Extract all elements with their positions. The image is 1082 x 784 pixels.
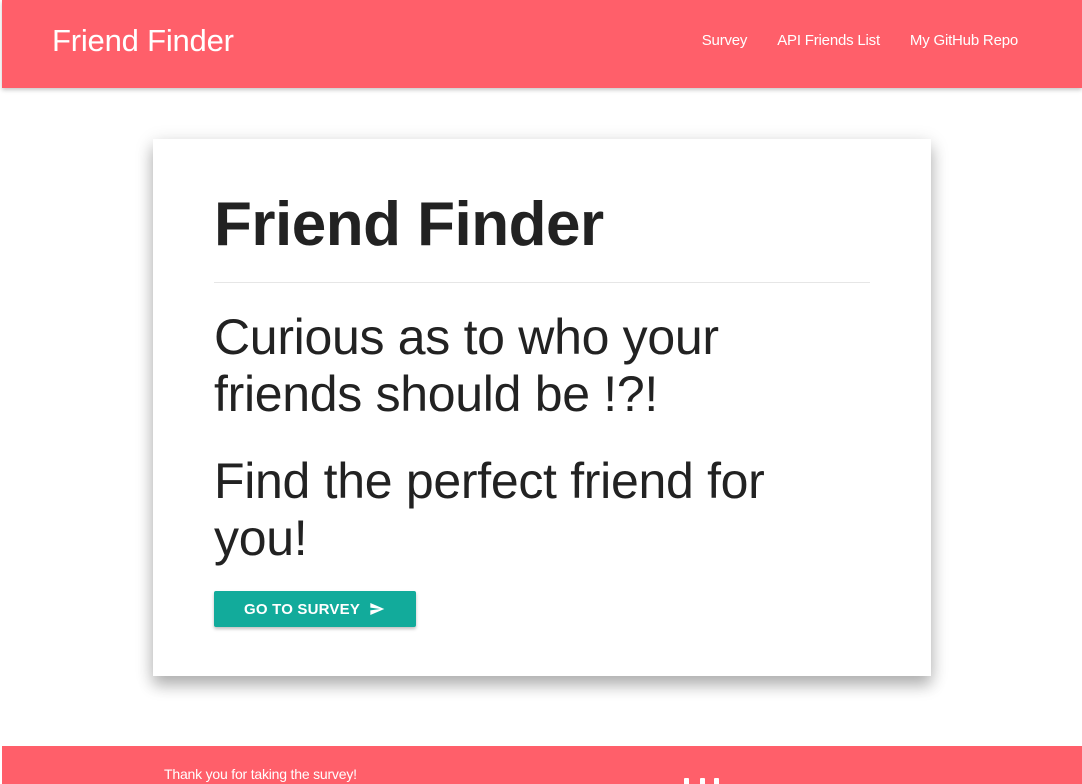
go-to-survey-button[interactable]: GO TO SURVEY	[214, 591, 416, 627]
footer: Thank you for taking the survey!	[2, 746, 1082, 784]
navbar: Friend Finder Survey API Friends List My…	[2, 0, 1082, 88]
send-icon	[370, 603, 385, 615]
nav-link-survey[interactable]: Survey	[702, 30, 748, 52]
footer-thanks-text: Thank you for taking the survey!	[164, 766, 357, 782]
go-to-survey-label: GO TO SURVEY	[244, 600, 361, 618]
footer-cut-off-heading	[684, 776, 724, 784]
brand-logo[interactable]: Friend Finder	[52, 21, 234, 61]
nav-links: Survey API Friends List My GitHub Repo	[702, 30, 1018, 52]
page-title: Friend Finder	[214, 190, 604, 259]
divider	[214, 282, 870, 283]
nav-link-api-friends-list[interactable]: API Friends List	[777, 30, 880, 52]
hero-card: Friend Finder Curious as to who your fri…	[153, 139, 931, 676]
nav-link-github-repo[interactable]: My GitHub Repo	[910, 30, 1018, 52]
hero-tagline: Curious as to who your friends should be…	[214, 309, 719, 422]
hero-subtitle: Find the perfect friend for you!	[214, 453, 765, 566]
